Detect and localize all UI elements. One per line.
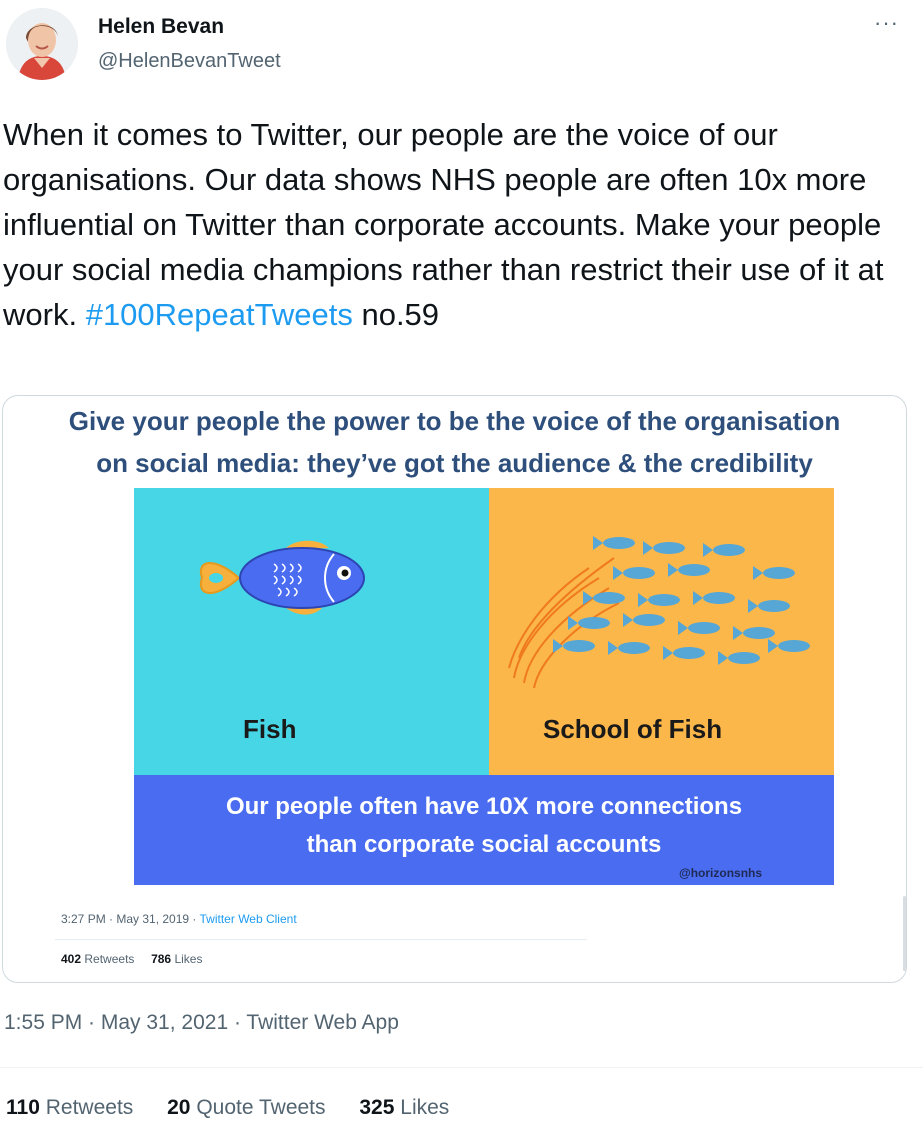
embedded-likes-count: 786: [151, 952, 172, 966]
quote-tweets-count: 20: [167, 1096, 191, 1119]
retweets-label: Retweets: [45, 1096, 134, 1119]
connections-line2: than corporate social accounts: [306, 831, 662, 858]
fish-icon: [199, 540, 365, 615]
hashtag-link[interactable]: #100RepeatTweets: [86, 297, 353, 332]
tweet-text: When it comes to Twitter, our people are…: [3, 112, 903, 337]
embedded-tweet-time: 3:27 PM · May 31, 2019 ·: [61, 912, 200, 926]
likes-label: Likes: [400, 1096, 450, 1119]
retweets-stat[interactable]: 110 Retweets: [6, 1096, 133, 1120]
image-credit: @horizonsnhs: [679, 866, 763, 880]
embedded-scrollbar[interactable]: [903, 896, 906, 971]
retweets-count: 110: [6, 1096, 40, 1119]
tweet-stats: 110 Retweets 20 Quote Tweets 325 Likes: [6, 1096, 477, 1120]
author-name[interactable]: Helen Bevan: [98, 15, 224, 39]
tweet-timestamp[interactable]: 1:55 PM · May 31, 2021 · Twitter Web App: [4, 1011, 399, 1035]
connections-text: Our people often have 10X more connectio…: [134, 788, 834, 864]
embedded-retweets-count: 402: [61, 952, 82, 966]
media-title: Give your people the power to be the voi…: [3, 400, 906, 484]
embedded-likes-label: Likes: [174, 952, 203, 966]
fish-label: Fish: [243, 714, 297, 744]
embedded-tweet-stats: 402 Retweets 786 Likes: [61, 952, 202, 966]
quote-tweets-label: Quote Tweets: [196, 1096, 326, 1119]
author-handle[interactable]: @HelenBevanTweet: [98, 50, 281, 73]
tweet-media-image[interactable]: Give your people the power to be the voi…: [2, 395, 907, 983]
divider: [0, 1067, 923, 1068]
embedded-divider: [55, 939, 587, 940]
media-title-line1: Give your people the power to be the voi…: [68, 406, 841, 436]
quote-tweets-stat[interactable]: 20 Quote Tweets: [167, 1096, 325, 1120]
likes-count: 325: [359, 1096, 395, 1119]
tweet-suffix: no.59: [352, 297, 440, 332]
embedded-tweet-meta: 3:27 PM · May 31, 2019 · Twitter Web Cli…: [61, 912, 297, 926]
embedded-tweet-source: Twitter Web Client: [199, 912, 297, 926]
connections-line1: Our people often have 10X more connectio…: [225, 793, 743, 820]
embedded-retweets-label: Retweets: [84, 952, 135, 966]
likes-stat[interactable]: 325 Likes: [359, 1096, 449, 1120]
profile-photo-icon: [6, 8, 78, 80]
more-options-icon[interactable]: ···: [874, 10, 899, 36]
fish-panel: [134, 488, 489, 775]
school-of-fish-label: School of Fish: [543, 714, 723, 744]
avatar[interactable]: [6, 8, 78, 80]
media-title-line2: on social media: they’ve got the audienc…: [96, 448, 813, 478]
